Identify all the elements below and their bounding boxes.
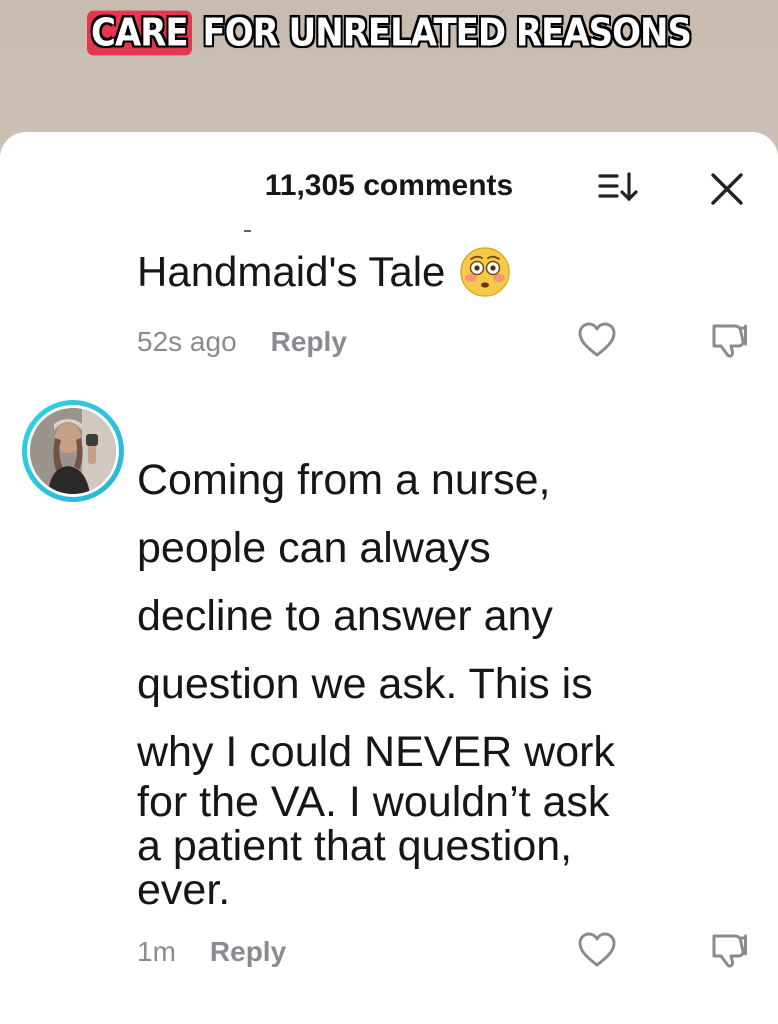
divider-mark xyxy=(244,230,251,232)
close-icon[interactable] xyxy=(708,170,746,208)
comment-line: ever. xyxy=(137,866,231,914)
comment-line: people can always xyxy=(137,524,491,572)
dislike-icon[interactable] xyxy=(708,318,750,360)
heart-icon[interactable] xyxy=(577,932,617,968)
comments-sheet: 11,305 comments Handmaid's Tale 52s ago … xyxy=(0,132,778,1024)
avatar-photo xyxy=(30,408,116,494)
person-silhouette-icon xyxy=(30,408,116,494)
comment-line: decline to answer any xyxy=(137,592,553,640)
avatar[interactable] xyxy=(27,405,119,497)
reply-button[interactable]: Reply xyxy=(271,326,347,357)
video-caption: CARE FOR UNRELATED REASONS xyxy=(0,5,778,61)
comment-line: why I could NEVER work xyxy=(137,728,615,776)
sort-icon[interactable] xyxy=(597,170,641,204)
comment-line: question we ask. This is xyxy=(137,660,593,708)
comment-time: 52s ago xyxy=(137,326,237,357)
dislike-icon[interactable] xyxy=(708,928,750,970)
comment-text: Handmaid's Tale xyxy=(137,248,446,295)
comments-header: 11,305 comments xyxy=(0,166,778,206)
caption-text: FOR UNRELATED REASONS xyxy=(202,10,692,56)
comment-1-meta: 52s ago Reply xyxy=(137,322,347,362)
comment-2-meta: 1m Reply xyxy=(137,932,286,972)
caption-highlight: CARE xyxy=(86,10,192,56)
flushed-face-icon xyxy=(460,247,511,297)
comment-line: a patient that question, xyxy=(137,822,573,870)
reply-button[interactable]: Reply xyxy=(210,936,286,967)
heart-icon[interactable] xyxy=(577,322,617,358)
comment-1-text: Handmaid's Tale xyxy=(137,244,511,300)
comment-time: 1m xyxy=(137,936,176,967)
avatar-ring[interactable] xyxy=(22,400,124,502)
comment-2-text: Coming from a nurse, people can always d… xyxy=(137,446,757,912)
comment-line: for the VA. I wouldn’t ask xyxy=(137,778,610,826)
comment-count: 11,305 comments xyxy=(264,169,514,202)
comment-line: Coming from a nurse, xyxy=(137,456,551,504)
